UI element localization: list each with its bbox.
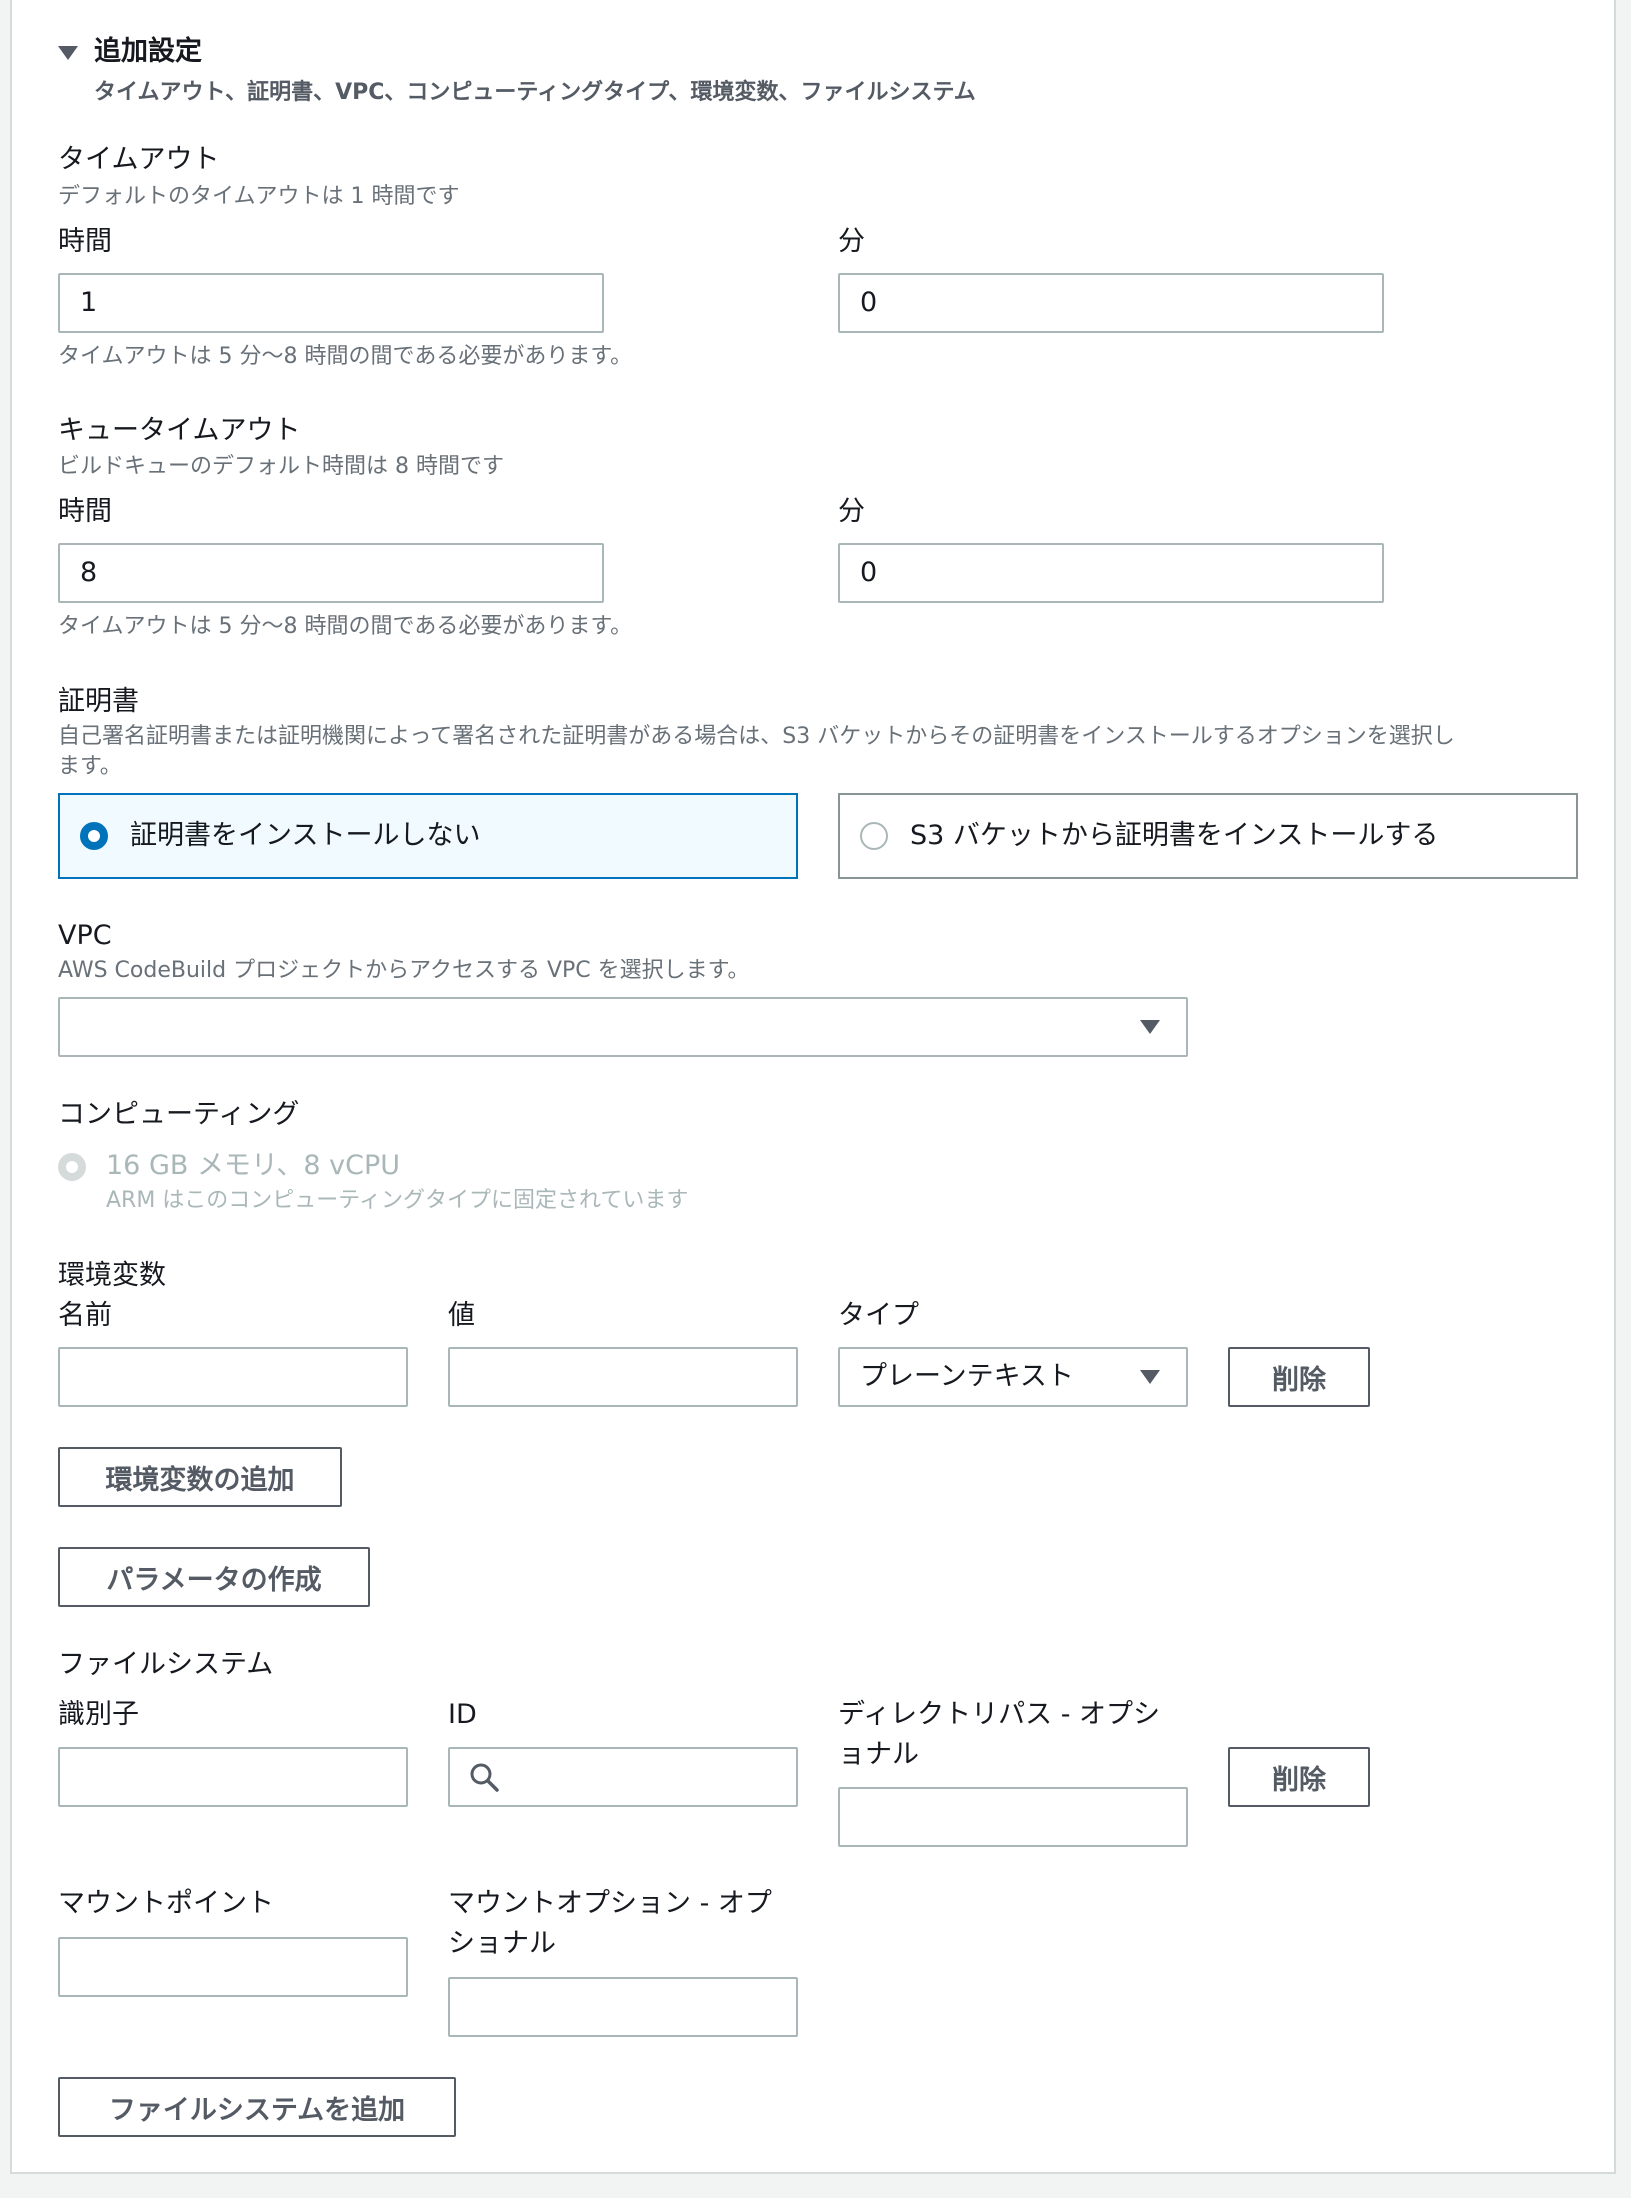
compute-note: ARM はこのコンピューティングタイプに固定されています: [106, 1188, 689, 1213]
queue-timeout-hours-input[interactable]: 8: [58, 543, 604, 603]
collapse-caret-icon[interactable]: [58, 46, 78, 60]
compute-radio: [58, 1153, 86, 1181]
vpc-label: VPC: [58, 920, 112, 951]
vpc-select[interactable]: [58, 997, 1188, 1057]
queue-timeout-minutes-label: 分: [838, 496, 865, 527]
env-value-label: 値: [448, 1300, 475, 1331]
fs-dir-path-input[interactable]: [838, 1787, 1188, 1847]
file-system-label: ファイルシステム: [58, 1649, 274, 1680]
add-env-var-button[interactable]: 環境変数の追加: [58, 1447, 342, 1507]
env-vars-label: 環境変数: [58, 1260, 166, 1291]
env-type-label: タイプ: [838, 1300, 919, 1331]
fs-remove-button[interactable]: 削除: [1228, 1747, 1370, 1807]
vpc-dropdown-caret-icon[interactable]: [1140, 1020, 1160, 1034]
vpc-description: AWS CodeBuild プロジェクトからアクセスする VPC を選択します。: [58, 958, 750, 983]
section-title[interactable]: 追加設定: [94, 34, 202, 70]
timeout-minutes-label: 分: [838, 226, 865, 257]
queue-timeout-hours-label: 時間: [58, 496, 112, 527]
queue-timeout-minutes-input[interactable]: 0: [838, 543, 1384, 603]
certificate-option-s3-card[interactable]: S3 バケットから証明書をインストールする: [838, 793, 1578, 879]
timeout-hours-label: 時間: [58, 226, 112, 257]
certificate-s3-label: S3 バケットから証明書をインストールする: [910, 820, 1439, 851]
fs-mount-options-label-line2: ショナル: [448, 1928, 556, 1959]
certificate-option-none-card[interactable]: 証明書をインストールしない: [58, 793, 798, 879]
timeout-label: タイムアウト: [58, 144, 220, 175]
certificate-label: 証明書: [58, 686, 139, 717]
section-subtitle: タイムアウト、証明書、VPC、コンピューティングタイプ、環境変数、ファイルシステ…: [94, 80, 976, 105]
fs-mount-options-label-line1: マウントオプション - オプ: [448, 1888, 772, 1919]
certificate-s3-radio[interactable]: [860, 822, 888, 850]
certificate-description-line2: ます。: [58, 754, 122, 779]
env-name-label: 名前: [58, 1300, 112, 1331]
compute-label: コンピューティング: [58, 1099, 300, 1130]
fs-dir-path-label-line1: ディレクトリパス - オプシ: [838, 1699, 1161, 1730]
queue-timeout-constraint: タイムアウトは 5 分〜8 時間の間である必要があります。: [58, 614, 633, 639]
fs-mount-point-label: マウントポイント: [58, 1888, 274, 1919]
fs-id-search-input[interactable]: [448, 1747, 798, 1807]
certificate-none-radio[interactable]: [80, 822, 108, 850]
certificate-description-line1: 自己署名証明書または証明機関によって署名された証明書がある場合は、S3 バケット…: [58, 724, 1455, 749]
env-type-caret-icon[interactable]: [1140, 1370, 1160, 1384]
search-icon: [470, 1763, 499, 1792]
fs-mount-options-input[interactable]: [448, 1977, 798, 2037]
env-type-select[interactable]: プレーンテキスト: [838, 1347, 1188, 1407]
timeout-description: デフォルトのタイムアウトは 1 時間です: [58, 184, 460, 209]
fs-dir-path-label-line2: ョナル: [838, 1739, 919, 1770]
queue-timeout-description: ビルドキューのデフォルト時間は 8 時間です: [58, 454, 504, 479]
additional-settings-panel: 追加設定 タイムアウト、証明書、VPC、コンピューティングタイプ、環境変数、ファ…: [10, 0, 1616, 2174]
fs-id-label: ID: [448, 1699, 477, 1730]
queue-timeout-label: キュータイムアウト: [58, 415, 301, 446]
add-file-system-button[interactable]: ファイルシステムを追加: [58, 2077, 456, 2137]
fs-mount-point-input[interactable]: [58, 1937, 408, 1997]
compute-option-label: 16 GB メモリ、8 vCPU: [106, 1150, 400, 1181]
env-name-input[interactable]: [58, 1347, 408, 1407]
timeout-minutes-input[interactable]: 0: [838, 273, 1384, 333]
fs-identifier-input[interactable]: [58, 1747, 408, 1807]
certificate-none-label: 証明書をインストールしない: [130, 820, 481, 851]
env-value-input[interactable]: [448, 1347, 798, 1407]
env-remove-button[interactable]: 削除: [1228, 1347, 1370, 1407]
fs-identifier-label: 識別子: [58, 1699, 139, 1730]
timeout-hours-input[interactable]: 1: [58, 273, 604, 333]
timeout-constraint: タイムアウトは 5 分〜8 時間の間である必要があります。: [58, 344, 633, 369]
create-parameter-button[interactable]: パラメータの作成: [58, 1547, 370, 1607]
